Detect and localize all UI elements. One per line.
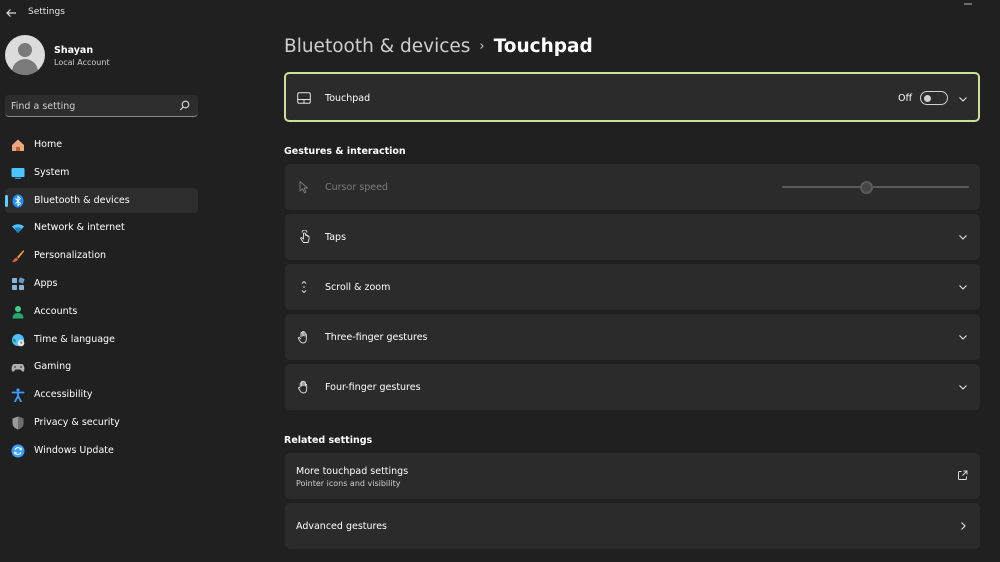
breadcrumb-parent[interactable]: Bluetooth & devices xyxy=(284,36,470,57)
back-arrow-icon[interactable] xyxy=(4,6,18,20)
four-finger-hand-icon xyxy=(298,380,308,394)
avatar xyxy=(5,35,45,75)
shield-icon xyxy=(12,416,24,430)
more-touchpad-settings-link[interactable]: More touchpad settings Pointer icons and… xyxy=(285,453,980,499)
gamepad-icon xyxy=(11,364,25,372)
breadcrumb: Bluetooth & devices › Touchpad xyxy=(284,36,593,57)
scroll-zoom-card[interactable]: Scroll & zoom xyxy=(285,264,980,310)
taps-card[interactable]: Taps xyxy=(285,214,980,260)
chevron-down-icon[interactable] xyxy=(958,282,968,292)
sidebar-item-accounts[interactable]: Accounts xyxy=(5,299,198,324)
brush-icon xyxy=(12,250,24,263)
minimize-icon[interactable] xyxy=(962,0,982,8)
three-finger-gestures-label: Three-finger gestures xyxy=(325,332,428,343)
tap-hand-icon xyxy=(300,230,310,243)
globe-icon xyxy=(12,333,25,346)
sidebar-item-accessibility[interactable]: Accessibility xyxy=(5,382,198,407)
more-touchpad-settings-description: Pointer icons and visibility xyxy=(296,479,401,488)
advanced-gestures-link[interactable]: Advanced gestures xyxy=(285,503,980,549)
sidebar-item-bluetooth-devices[interactable]: Bluetooth & devices xyxy=(5,187,198,213)
advanced-gestures-label: Advanced gestures xyxy=(296,521,388,532)
page-title: Touchpad xyxy=(493,36,593,57)
touchpad-icon xyxy=(297,92,311,104)
three-finger-gestures-card[interactable]: Three-finger gestures xyxy=(285,314,980,360)
chevron-right-icon xyxy=(961,522,966,530)
accounts-icon xyxy=(12,305,24,319)
scroll-zoom-label: Scroll & zoom xyxy=(325,282,391,293)
sidebar-item-system[interactable]: System xyxy=(5,160,198,185)
title-bar: Settings xyxy=(0,0,1000,26)
sidebar-item-gaming[interactable]: Gaming xyxy=(5,354,198,379)
accessibility-icon xyxy=(11,388,25,403)
open-external-icon xyxy=(958,470,968,480)
apps-icon xyxy=(12,277,25,290)
slider-thumb[interactable] xyxy=(860,181,874,194)
window-title: Settings xyxy=(28,7,65,17)
sidebar-item-privacy-security[interactable]: Privacy & security xyxy=(5,410,198,435)
system-icon xyxy=(11,167,25,179)
sidebar-item-personalization[interactable]: Personalization xyxy=(5,243,198,268)
sidebar-item-apps[interactable]: Apps xyxy=(5,271,198,296)
sidebar-item-windows-update[interactable]: Windows Update xyxy=(5,438,198,463)
toggle-knob xyxy=(924,94,931,102)
user-profile[interactable]: Shayan Local Account xyxy=(5,35,200,77)
taps-label: Taps xyxy=(325,232,347,243)
gestures-section-title: Gestures & interaction xyxy=(284,146,406,157)
chevron-down-icon[interactable] xyxy=(958,232,968,242)
home-icon xyxy=(12,139,24,151)
update-icon xyxy=(11,444,25,458)
bluetooth-icon xyxy=(12,194,24,208)
search-icon[interactable] xyxy=(179,100,190,111)
chevron-down-icon[interactable] xyxy=(958,332,968,342)
cursor-speed-label: Cursor speed xyxy=(325,182,388,193)
breadcrumb-separator: › xyxy=(479,39,485,54)
search-input[interactable] xyxy=(11,98,171,114)
four-finger-gestures-card[interactable]: Four-finger gestures xyxy=(285,364,980,410)
account-type: Local Account xyxy=(54,58,110,67)
chevron-down-icon[interactable] xyxy=(958,94,968,104)
touchpad-label: Touchpad xyxy=(325,93,371,104)
toggle-state-label: Off xyxy=(897,93,912,104)
related-settings-title: Related settings xyxy=(284,435,373,446)
more-touchpad-settings-label: More touchpad settings xyxy=(296,466,409,477)
scroll-arrows-icon xyxy=(301,280,307,294)
cursor-icon xyxy=(299,181,308,194)
cursor-speed-card: Cursor speed xyxy=(285,164,980,210)
sidebar-nav: Home System Bluetooth & devices Network … xyxy=(5,132,198,466)
sidebar-item-time-language[interactable]: Time & language xyxy=(5,327,198,352)
wifi-icon xyxy=(12,224,24,234)
three-finger-hand-icon xyxy=(297,330,307,344)
touchpad-card[interactable]: Touchpad Off xyxy=(284,72,980,122)
cursor-speed-slider[interactable] xyxy=(782,181,969,194)
search-box[interactable] xyxy=(5,95,198,117)
chevron-down-icon[interactable] xyxy=(958,382,968,392)
touchpad-toggle[interactable] xyxy=(920,91,948,105)
sidebar-item-network-internet[interactable]: Network & internet xyxy=(5,215,198,240)
user-name: Shayan xyxy=(54,45,94,56)
sidebar-item-home[interactable]: Home xyxy=(5,132,198,157)
four-finger-gestures-label: Four-finger gestures xyxy=(325,382,421,393)
